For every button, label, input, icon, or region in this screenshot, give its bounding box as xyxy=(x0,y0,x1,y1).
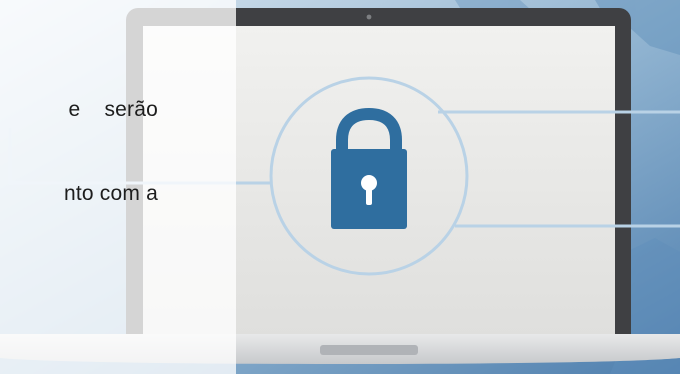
text-line-2: nto com a xyxy=(63,182,158,205)
camera-dot-icon xyxy=(366,14,372,20)
text-line-1: e serão xyxy=(68,98,158,121)
laptop-hinge-notch xyxy=(320,345,418,355)
partial-paragraph-text: e serão nto com a xyxy=(0,40,158,236)
